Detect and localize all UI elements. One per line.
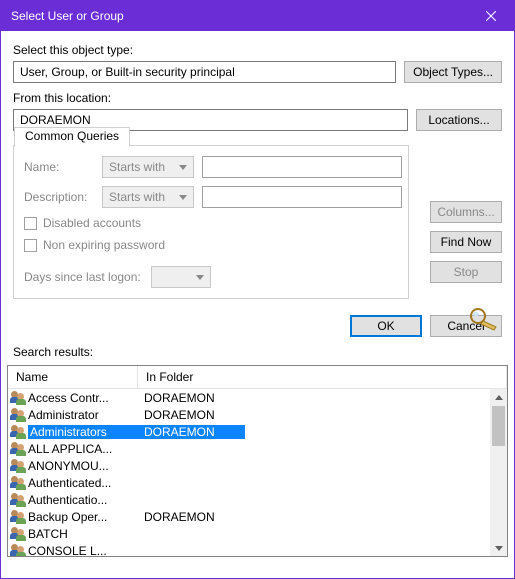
list-item[interactable]: AdministratorDORAEMON	[8, 406, 507, 423]
locations-button[interactable]: Locations...	[416, 109, 502, 131]
result-name: ANONYMOU...	[28, 459, 140, 473]
scroll-down-icon[interactable]	[490, 540, 507, 557]
list-header: Name In Folder	[8, 366, 507, 389]
from-location-label: From this location:	[13, 91, 502, 105]
name-label: Name:	[24, 160, 94, 174]
group-icon	[10, 408, 26, 422]
find-now-button[interactable]: Find Now	[430, 231, 502, 253]
list-item[interactable]: Authenticatio...	[8, 491, 507, 508]
name-mode-select[interactable]: Starts with	[102, 156, 194, 178]
close-icon	[486, 11, 496, 21]
list-item[interactable]: ANONYMOU...	[8, 457, 507, 474]
stop-button[interactable]: Stop	[430, 261, 502, 283]
column-in-folder[interactable]: In Folder	[138, 366, 507, 388]
group-icon	[10, 476, 26, 490]
titlebar: Select User or Group	[1, 1, 514, 31]
scrollbar[interactable]	[490, 389, 507, 557]
list-item[interactable]: Backup Oper...DORAEMON	[8, 508, 507, 525]
search-icon	[468, 307, 500, 334]
list-item[interactable]: Authenticated...	[8, 474, 507, 491]
description-input[interactable]	[202, 186, 402, 208]
result-name: ALL APPLICA...	[28, 442, 140, 456]
description-mode-value: Starts with	[109, 190, 165, 204]
chevron-down-icon	[179, 165, 187, 170]
column-name[interactable]: Name	[8, 366, 138, 388]
result-name: Access Contr...	[28, 391, 140, 405]
results-list: Name In Folder Access Contr...DORAEMONAd…	[7, 365, 508, 557]
name-mode-value: Starts with	[109, 160, 165, 174]
list-item[interactable]: CONSOLE L...	[8, 542, 507, 557]
window-title: Select User or Group	[11, 9, 468, 23]
group-icon	[10, 425, 26, 439]
result-name: Backup Oper...	[28, 510, 140, 524]
result-name: Administrators	[28, 425, 140, 439]
description-mode-select[interactable]: Starts with	[102, 186, 194, 208]
non-expiring-checkbox[interactable]	[24, 239, 37, 252]
result-folder: DORAEMON	[140, 425, 245, 439]
group-icon	[10, 544, 26, 558]
result-name: Administrator	[28, 408, 140, 422]
search-results-label: Search results:	[1, 343, 514, 365]
tab-common-queries[interactable]: Common Queries	[14, 127, 130, 147]
result-name: CONSOLE L...	[28, 544, 140, 558]
disabled-accounts-checkbox[interactable]	[24, 217, 37, 230]
list-item[interactable]: Access Contr...DORAEMON	[8, 389, 507, 406]
result-name: Authenticated...	[28, 476, 140, 490]
group-icon	[10, 442, 26, 456]
object-types-button[interactable]: Object Types...	[404, 61, 502, 83]
disabled-accounts-label: Disabled accounts	[43, 216, 141, 230]
name-input[interactable]	[202, 156, 402, 178]
days-since-select[interactable]	[151, 266, 211, 288]
group-icon	[10, 391, 26, 405]
group-icon	[10, 527, 26, 541]
scroll-thumb[interactable]	[492, 406, 505, 446]
list-item[interactable]: ALL APPLICA...	[8, 440, 507, 457]
list-item[interactable]: BATCH	[8, 525, 507, 542]
group-icon	[10, 493, 26, 507]
description-label: Description:	[24, 190, 94, 204]
object-type-label: Select this object type:	[13, 43, 502, 57]
group-icon	[10, 459, 26, 473]
result-folder: DORAEMON	[140, 408, 215, 422]
result-name: BATCH	[28, 527, 140, 541]
non-expiring-label: Non expiring password	[43, 238, 165, 252]
group-icon	[10, 510, 26, 524]
object-type-field: User, Group, or Built-in security princi…	[13, 61, 396, 83]
list-item[interactable]: AdministratorsDORAEMON	[8, 423, 507, 440]
close-button[interactable]	[468, 1, 514, 31]
common-queries-panel: Common Queries Name: Starts with Descrip…	[13, 145, 409, 299]
scroll-up-icon[interactable]	[490, 389, 507, 406]
result-name: Authenticatio...	[28, 493, 140, 507]
days-since-label: Days since last logon:	[24, 270, 141, 284]
chevron-down-icon	[179, 195, 187, 200]
result-folder: DORAEMON	[140, 391, 215, 405]
ok-button[interactable]: OK	[350, 315, 422, 337]
result-folder: DORAEMON	[140, 510, 215, 524]
columns-button[interactable]: Columns...	[430, 201, 502, 223]
chevron-down-icon	[196, 275, 204, 280]
